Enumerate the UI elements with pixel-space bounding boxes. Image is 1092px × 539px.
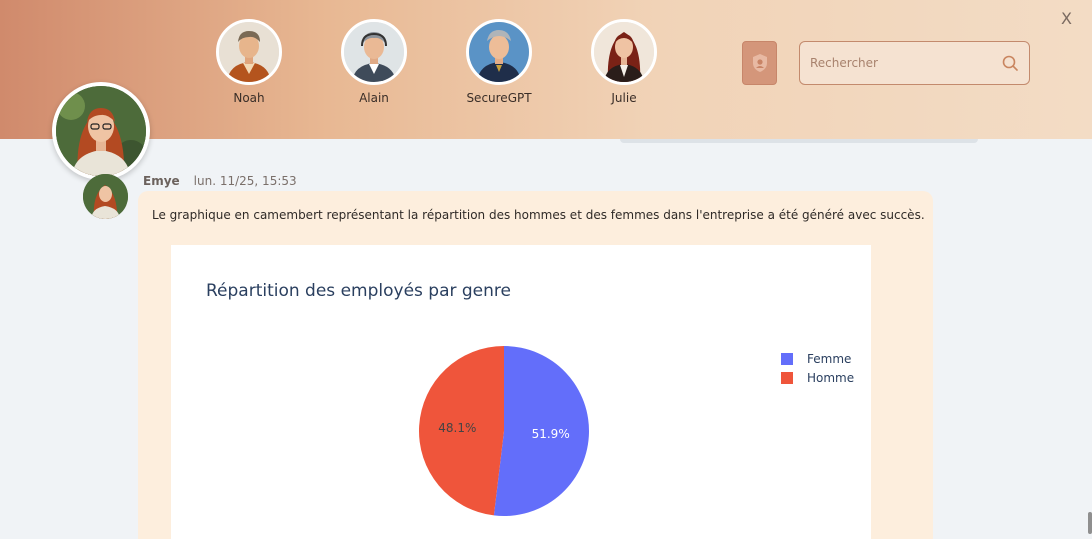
agent-name: Noah: [233, 91, 265, 105]
shield-user-icon: [752, 54, 767, 72]
assistant-toggle-button[interactable]: [742, 41, 777, 85]
header-bar: X Noah Alain SecureGPT Julie Rechercher: [0, 0, 1092, 139]
message-meta: Emye lun. 11/25, 15:53: [143, 174, 297, 188]
alain-avatar: [341, 19, 407, 85]
agent-alain[interactable]: Alain: [334, 19, 414, 105]
search-icon[interactable]: [1001, 54, 1019, 72]
agent-name: SecureGPT: [466, 91, 532, 105]
current-agent-avatar[interactable]: [52, 82, 150, 180]
scrollbar-thumb[interactable]: [1088, 512, 1092, 534]
chart-title: Répartition des employés par genre: [206, 281, 511, 301]
julie-avatar: [591, 19, 657, 85]
securegpt-avatar: [466, 19, 532, 85]
agent-julie[interactable]: Julie: [584, 19, 664, 105]
message-bubble: Le graphique en camembert représentant l…: [138, 191, 933, 539]
noah-avatar: [216, 19, 282, 85]
close-button[interactable]: X: [1061, 9, 1072, 28]
sender-name: Emye: [143, 174, 180, 188]
search-input[interactable]: [810, 56, 1001, 70]
legend-label-femme[interactable]: Femme: [807, 352, 851, 366]
agent-noah[interactable]: Noah: [209, 19, 289, 105]
legend-swatch-femme[interactable]: [781, 353, 793, 365]
pie-chart: Répartition des employés par genre 51.9%…: [206, 281, 854, 516]
legend-swatch-homme[interactable]: [781, 372, 793, 384]
previous-message-edge: [620, 139, 978, 143]
agent-name: Julie: [611, 91, 637, 105]
message-text: Le graphique en camembert représentant l…: [152, 208, 925, 222]
pie-label-homme: 48.1%: [438, 421, 476, 435]
agent-securegpt[interactable]: SecureGPT: [459, 19, 539, 105]
pie-label-femme: 51.9%: [532, 427, 570, 441]
legend-label-homme[interactable]: Homme: [807, 371, 854, 385]
message-timestamp: lun. 11/25, 15:53: [193, 174, 297, 188]
search-box[interactable]: [799, 41, 1030, 85]
agent-name: Alain: [359, 91, 389, 105]
pie-chart-card: Répartition des employés par genre 51.9%…: [171, 245, 871, 539]
sender-avatar: [83, 174, 128, 219]
